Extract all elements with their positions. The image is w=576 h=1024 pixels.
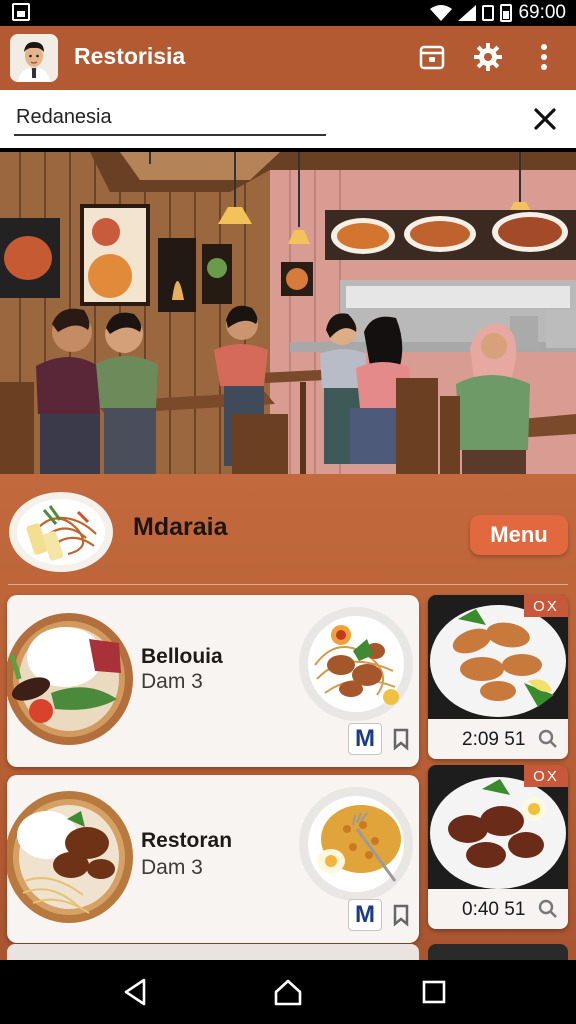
- app-title: Restorisia: [74, 43, 186, 69]
- close-icon[interactable]: [532, 106, 558, 132]
- rice-plate-image: [7, 609, 133, 745]
- side-dish-card[interactable]: OX 0:40 51: [428, 765, 568, 929]
- divider: [8, 584, 568, 585]
- gear-icon[interactable]: [471, 40, 505, 74]
- restaurant-card[interactable]: Bellouia Dam 3 M: [7, 595, 419, 767]
- recents-icon[interactable]: [418, 976, 450, 1008]
- search-input[interactable]: [14, 100, 326, 136]
- list-item: [428, 944, 568, 960]
- side-time: 0:40 51: [462, 899, 526, 920]
- card-title: Restoran: [141, 829, 233, 852]
- featured-dish-image: [8, 488, 114, 572]
- side-dish-card[interactable]: OX 2:09 51: [428, 595, 568, 759]
- home-icon[interactable]: [272, 976, 304, 1008]
- signal-icon: [458, 5, 477, 21]
- battery-icon: [500, 4, 513, 22]
- main-content: Mdaraia Menu Bellouia Dam 3 M Restoran D…: [0, 474, 576, 960]
- card-badges: M: [348, 723, 416, 755]
- close-badge[interactable]: OX: [524, 765, 568, 787]
- status-icons: 69:00: [430, 2, 566, 24]
- search-bar: [0, 90, 576, 148]
- search-icon[interactable]: [538, 899, 558, 919]
- avatar[interactable]: [10, 34, 58, 82]
- restaurant-hero-image: [0, 152, 576, 474]
- navigation-bar: [0, 960, 576, 1024]
- status-bar: 69:00: [0, 0, 576, 26]
- close-badge[interactable]: OX: [524, 595, 568, 617]
- wifi-icon: [430, 5, 453, 21]
- card-title: Bellouia: [141, 645, 223, 668]
- rice-plate-image: [7, 789, 133, 925]
- back-icon[interactable]: [120, 976, 152, 1008]
- noodle-plate-image: [297, 605, 415, 723]
- bookmark-icon[interactable]: [386, 723, 416, 755]
- status-time: 69:00: [518, 2, 566, 23]
- card-subtitle: Dam 3: [141, 856, 203, 879]
- card-subtitle: Dam 3: [141, 670, 203, 693]
- badge-m[interactable]: M: [348, 723, 382, 755]
- curry-plate-image: [297, 785, 415, 903]
- gallery-icon: [12, 3, 30, 21]
- app-bar: Restorisia: [0, 26, 576, 90]
- menu-button[interactable]: Menu: [470, 515, 568, 555]
- archive-icon[interactable]: [415, 40, 449, 74]
- sim-icon: [482, 5, 495, 21]
- featured-restaurant-name: Mdaraia: [133, 513, 228, 541]
- more-vert-icon[interactable]: [527, 40, 561, 74]
- bookmark-icon[interactable]: [386, 899, 416, 931]
- restaurant-card[interactable]: Restoran Dam 3 M: [7, 775, 419, 943]
- search-icon[interactable]: [538, 729, 558, 749]
- list-item: [7, 944, 419, 960]
- side-time: 2:09 51: [462, 729, 526, 750]
- badge-m[interactable]: M: [348, 899, 382, 931]
- card-badges: M: [348, 899, 416, 931]
